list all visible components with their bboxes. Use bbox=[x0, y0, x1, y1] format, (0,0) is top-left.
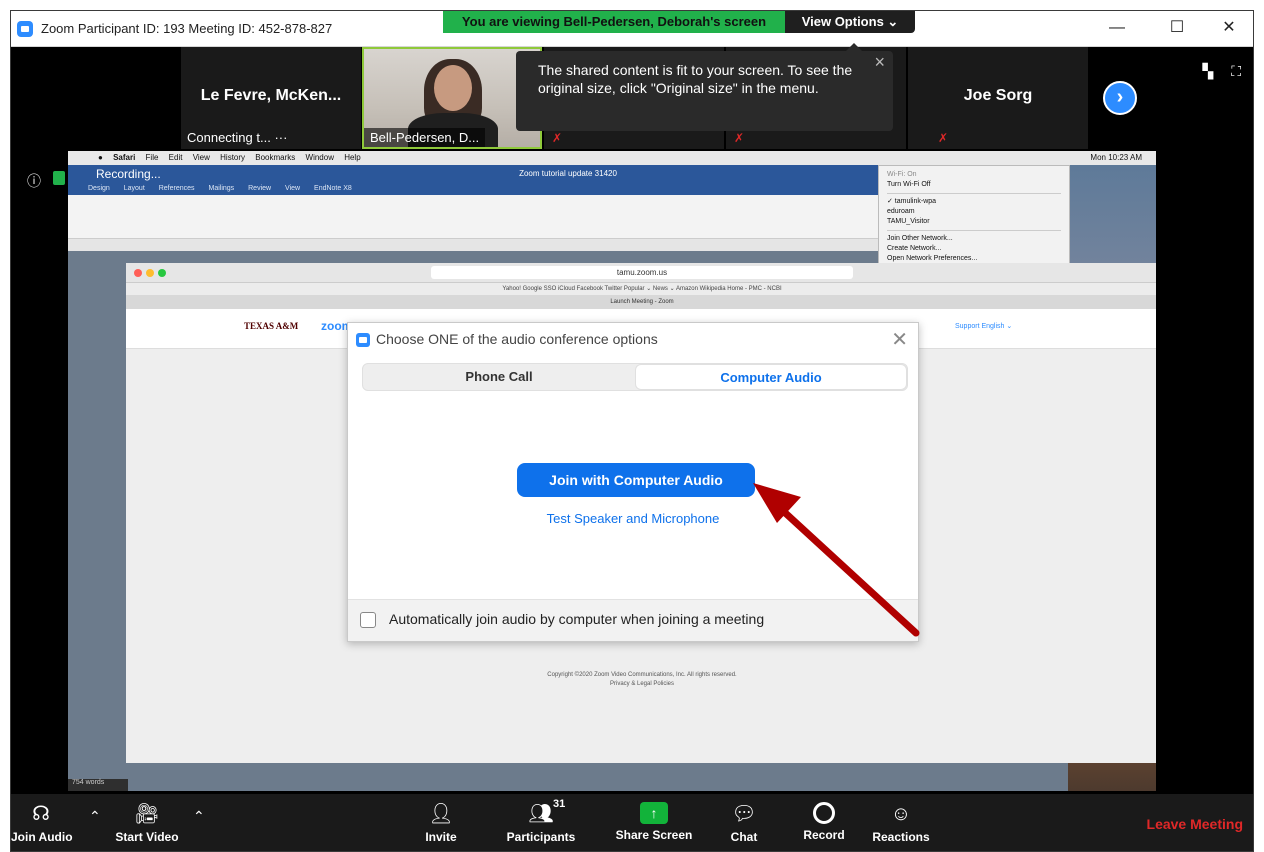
share-screen-button[interactable]: ↑ Share Screen bbox=[609, 794, 699, 851]
invite-button[interactable]: 👤︎ Invite bbox=[411, 794, 471, 851]
reactions-label: Reactions bbox=[872, 830, 930, 844]
share-screen-label: Share Screen bbox=[615, 828, 693, 842]
chat-label: Chat bbox=[730, 830, 758, 844]
video-off-icon: 🎥︎ bbox=[134, 803, 160, 825]
share-screen-icon: ↑ bbox=[640, 802, 668, 824]
annotation-arrow bbox=[753, 483, 920, 637]
start-video-button[interactable]: 🎥︎ Start Video bbox=[107, 794, 187, 851]
zoom-window: Zoom Participant ID: 193 Meeting ID: 452… bbox=[10, 10, 1254, 852]
record-icon bbox=[813, 802, 835, 824]
participants-button[interactable]: 👥︎ 31 Participants bbox=[501, 794, 581, 851]
video-options-chevron-icon[interactable]: ⌃ bbox=[193, 808, 205, 825]
meeting-controls: ☊ Join Audio ⌃ 🎥︎ Start Video ⌃ 👤︎ Invit… bbox=[11, 794, 1253, 851]
add-user-icon: 👤︎ bbox=[428, 803, 454, 825]
join-audio-label: Join Audio bbox=[11, 830, 73, 844]
join-audio-button[interactable]: ☊ Join Audio bbox=[11, 794, 73, 851]
audio-options-chevron-icon[interactable]: ⌃ bbox=[89, 808, 101, 825]
chat-icon: 💬︎ bbox=[731, 803, 757, 825]
participants-label: Participants bbox=[506, 830, 576, 844]
participants-icon: 👥︎ bbox=[528, 803, 554, 825]
reactions-button[interactable]: ☺ Reactions bbox=[866, 794, 936, 851]
record-label: Record bbox=[803, 828, 845, 842]
start-video-label: Start Video bbox=[115, 830, 179, 844]
headphones-icon: ☊ bbox=[32, 803, 50, 825]
participants-count: 31 bbox=[553, 798, 566, 810]
recording-label: Recording... bbox=[96, 167, 161, 181]
reactions-icon: ☺ bbox=[890, 803, 912, 825]
invite-label: Invite bbox=[425, 830, 457, 844]
chat-button[interactable]: 💬︎ Chat bbox=[719, 794, 769, 851]
record-button[interactable]: Record bbox=[796, 794, 852, 851]
leave-meeting-button[interactable]: Leave Meeting bbox=[1147, 816, 1243, 832]
